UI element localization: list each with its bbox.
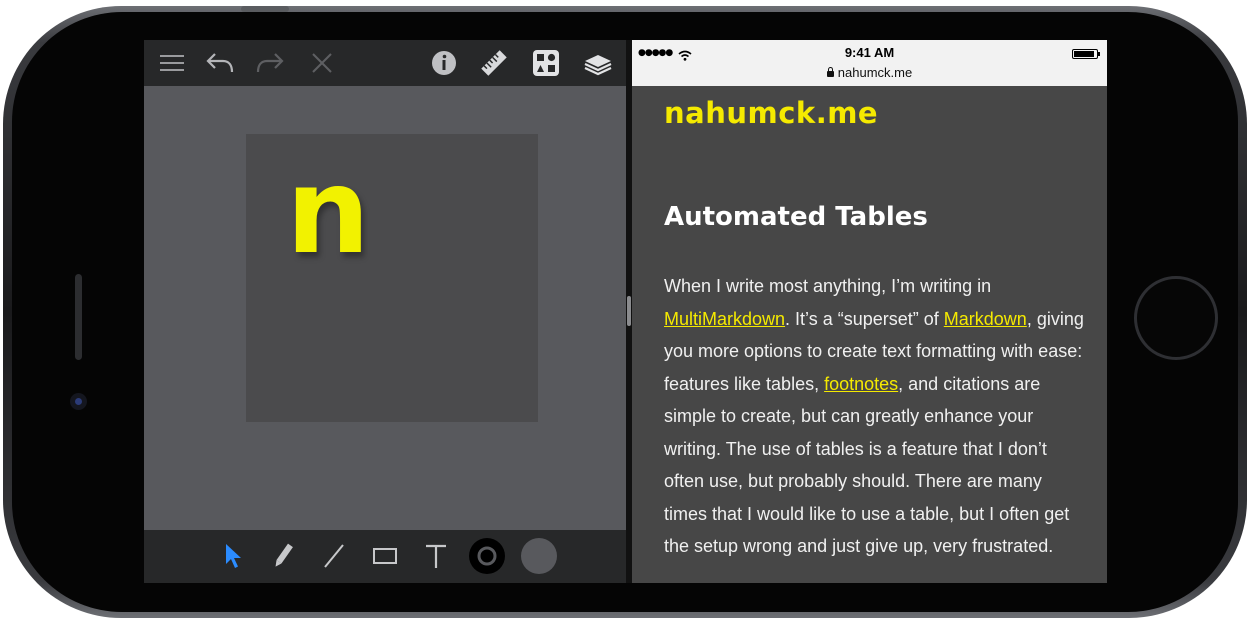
- redo-icon[interactable]: [252, 48, 288, 78]
- shapes-icon[interactable]: [528, 48, 564, 78]
- drawing-app: n: [144, 40, 626, 583]
- drawing-toolbar: [144, 40, 626, 86]
- info-icon[interactable]: [426, 48, 462, 78]
- canvas-artboard[interactable]: n: [246, 134, 538, 422]
- ruler-icon[interactable]: [476, 48, 512, 78]
- markdown-link[interactable]: Markdown: [944, 309, 1027, 329]
- article-title: Automated Tables: [664, 202, 928, 232]
- site-title[interactable]: nahumck.me: [664, 96, 878, 130]
- stroke-color-icon[interactable]: [468, 538, 506, 574]
- article-body: When I write most anything, I’m writing …: [664, 270, 1084, 563]
- lock-icon: [826, 67, 834, 77]
- line-icon[interactable]: [315, 538, 353, 574]
- battery-icon: [1072, 49, 1100, 59]
- undo-icon[interactable]: [202, 48, 238, 78]
- pointer-icon[interactable]: [214, 538, 252, 574]
- front-camera: [70, 393, 87, 410]
- article-text: . It’s a “superset” of: [785, 308, 944, 329]
- split-view-handle[interactable]: [627, 296, 631, 326]
- article-text: , and citations are simple to create, bu…: [664, 373, 1070, 557]
- footnotes-link[interactable]: footnotes: [824, 374, 898, 394]
- article-text: When I write most anything, I’m writing …: [664, 276, 992, 296]
- drawing-tools-bar: [144, 530, 626, 583]
- status-bar: ●●●●● 9:41 AM nahumck.me: [632, 40, 1107, 86]
- text-tool-icon[interactable]: [417, 538, 455, 574]
- status-time: 9:41 AM: [844, 45, 895, 60]
- menu-icon[interactable]: [154, 48, 190, 78]
- close-icon[interactable]: [304, 48, 340, 78]
- address-bar[interactable]: nahumck.me: [632, 65, 1107, 80]
- layers-icon[interactable]: [580, 48, 616, 78]
- fill-color-icon[interactable]: [520, 538, 558, 574]
- home-button[interactable]: [1134, 276, 1218, 360]
- screen: n ●●●●● 9:41 AM nahumck.me nahumck.me Au…: [144, 40, 1107, 583]
- pencil-icon[interactable]: [264, 538, 302, 574]
- browser-app: ●●●●● 9:41 AM nahumck.me nahumck.me Auto…: [632, 40, 1107, 583]
- url-text: nahumck.me: [837, 65, 913, 80]
- rectangle-icon[interactable]: [366, 538, 404, 574]
- earpiece-speaker: [75, 274, 82, 360]
- canvas-letter-n[interactable]: n: [286, 152, 370, 270]
- multimarkdown-link[interactable]: MultiMarkdown: [664, 309, 785, 329]
